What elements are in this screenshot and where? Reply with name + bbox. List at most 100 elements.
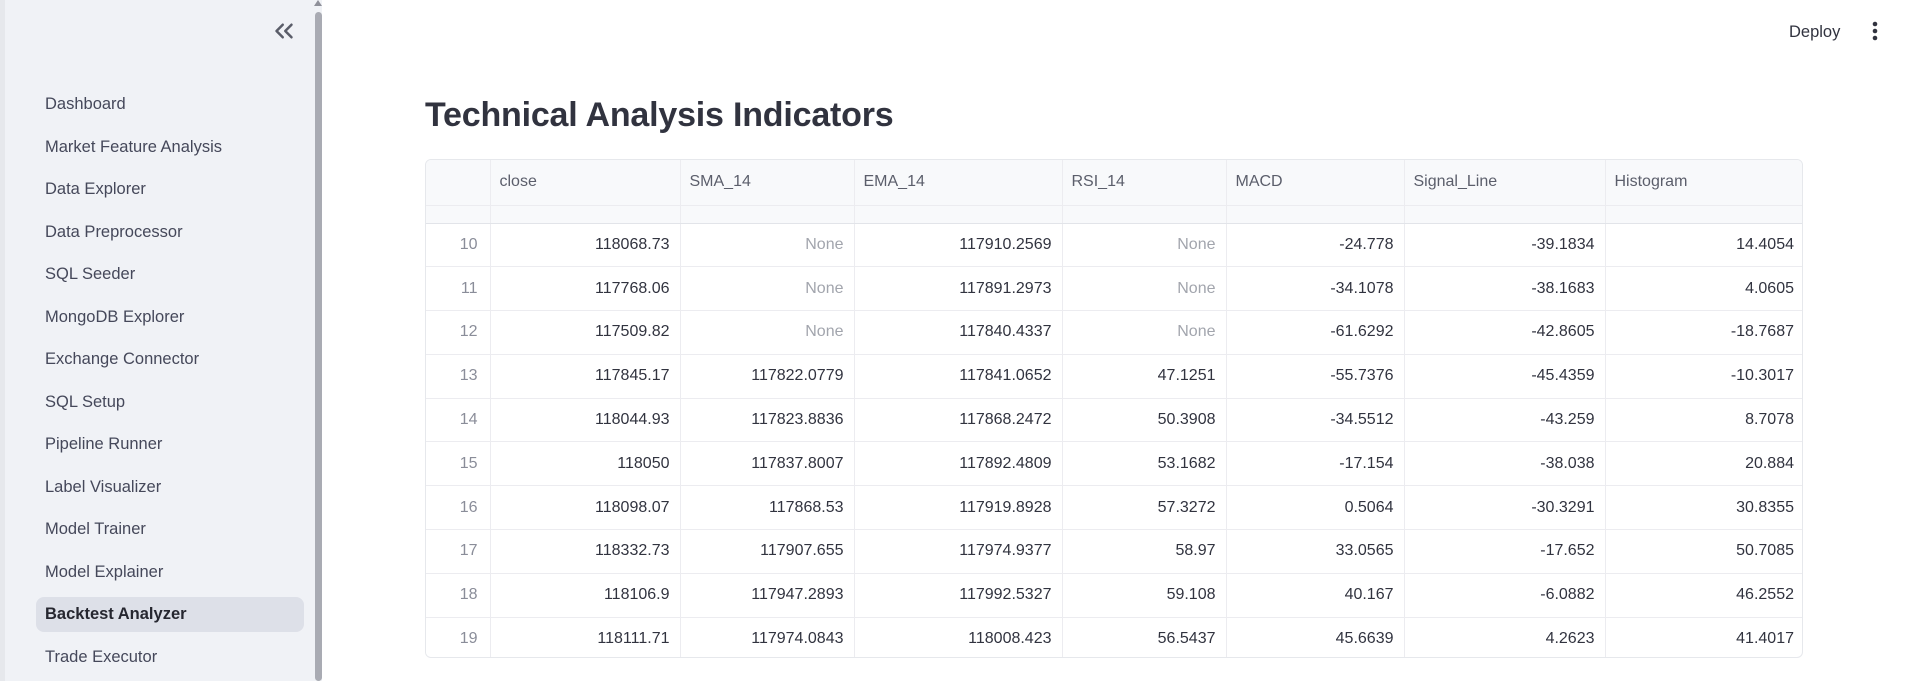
table-cell[interactable]: 118008.423 xyxy=(854,617,1063,657)
table-cell[interactable]: None xyxy=(1062,310,1227,355)
sidebar-item-dashboard[interactable]: Dashboard xyxy=(36,87,304,122)
table-cell[interactable]: 41.4017 xyxy=(1605,617,1802,657)
table-cell[interactable]: 118106.9 xyxy=(490,573,681,618)
table-cell[interactable]: 118098.07 xyxy=(490,485,681,531)
table-row[interactable]: 12 117509.82 None 117840.4337 None -61.6292 -4… xyxy=(426,310,1802,355)
table-cell[interactable]: 4.0605 xyxy=(1605,266,1802,312)
sidebar-item-sql-seeder[interactable]: SQL Seeder xyxy=(36,257,304,292)
table-cell[interactable]: -39.1834 xyxy=(1404,223,1606,268)
table-cell[interactable]: -17.154 xyxy=(1226,441,1405,487)
table-cell[interactable]: 117891.2973 xyxy=(854,266,1063,312)
table-cell[interactable]: -6.0882 xyxy=(1404,573,1606,618)
table-cell[interactable]: -34.5512 xyxy=(1226,398,1405,443)
table-cell[interactable]: 4.2623 xyxy=(1404,617,1606,657)
table-cell[interactable]: -55.7376 xyxy=(1226,354,1405,399)
table-cell[interactable]: 118068.73 xyxy=(490,223,681,268)
sidebar-scrollbar-thumb[interactable] xyxy=(315,12,322,681)
table-cell[interactable]: 58.97 xyxy=(1062,529,1227,574)
table-cell[interactable]: 33.0565 xyxy=(1226,529,1405,574)
table-cell[interactable]: None xyxy=(680,223,855,268)
table-cell[interactable]: 118050 xyxy=(490,441,681,487)
table-cell[interactable]: 117837.8007 xyxy=(680,441,855,487)
more-options-icon[interactable] xyxy=(1862,18,1888,44)
table-cell[interactable]: -34.1078 xyxy=(1226,266,1405,312)
sidebar-item-label-visualizer[interactable]: Label Visualizer xyxy=(36,470,304,505)
scroll-up-arrow-icon[interactable] xyxy=(314,0,322,6)
column-header-sma-14[interactable]: SMA_14 xyxy=(680,160,855,206)
deploy-button[interactable]: Deploy xyxy=(1781,18,1848,46)
table-cell[interactable]: 59.108 xyxy=(1062,573,1227,618)
sidebar-item-pipeline-runner[interactable]: Pipeline Runner xyxy=(36,427,304,462)
indicators-table[interactable]: close SMA_14 EMA_14 RSI_14 MACD Signal_Line Hi… xyxy=(425,159,1803,658)
table-cell[interactable]: -18.7687 xyxy=(1605,310,1802,355)
sidebar-item-model-trainer[interactable]: Model Trainer xyxy=(36,512,304,547)
table-cell[interactable]: None xyxy=(680,310,855,355)
table-row[interactable]: 13 117845.17 117822.0779 117841.0652 47.1251… xyxy=(426,354,1802,399)
table-cell[interactable]: None xyxy=(1062,266,1227,312)
table-cell[interactable]: 117840.4337 xyxy=(854,310,1063,355)
table-cell[interactable]: 117868.53 xyxy=(680,485,855,531)
table-row[interactable]: 17 118332.73 117907.655 117974.9377 58.97 33.… xyxy=(426,529,1802,574)
table-cell[interactable]: -61.6292 xyxy=(1226,310,1405,355)
sidebar-item-exchange-connector[interactable]: Exchange Connector xyxy=(36,342,304,377)
table-cell[interactable]: 118332.73 xyxy=(490,529,681,574)
sidebar-item-trade-executor[interactable]: Trade Executor xyxy=(36,640,304,675)
table-cell[interactable]: 117974.9377 xyxy=(854,529,1063,574)
sidebar-item-backtest-analyzer[interactable]: Backtest Analyzer xyxy=(36,597,304,632)
table-cell[interactable]: -30.3291 xyxy=(1404,485,1606,531)
table-cell[interactable]: 117823.8836 xyxy=(680,398,855,443)
table-cell[interactable]: -42.8605 xyxy=(1404,310,1606,355)
table-cell[interactable]: 117845.17 xyxy=(490,354,681,399)
table-cell[interactable]: 118111.71 xyxy=(490,617,681,657)
table-cell[interactable]: 53.1682 xyxy=(1062,441,1227,487)
table-cell[interactable]: 47.1251 xyxy=(1062,354,1227,399)
table-row[interactable]: 16 118098.07 117868.53 117919.8928 57.3272 0.… xyxy=(426,485,1802,531)
table-cell[interactable]: 20.884 xyxy=(1605,441,1802,487)
column-header-signal-line[interactable]: Signal_Line xyxy=(1404,160,1606,206)
table-cell[interactable]: 40.167 xyxy=(1226,573,1405,618)
table-cell[interactable]: -43.259 xyxy=(1404,398,1606,443)
sidebar-item-model-explainer[interactable]: Model Explainer xyxy=(36,555,304,590)
table-cell[interactable]: 14.4054 xyxy=(1605,223,1802,268)
table-cell[interactable]: None xyxy=(1062,223,1227,268)
table-cell[interactable]: 56.5437 xyxy=(1062,617,1227,657)
table-cell[interactable]: 117907.655 xyxy=(680,529,855,574)
table-cell[interactable]: 117509.82 xyxy=(490,310,681,355)
table-cell[interactable]: 8.7078 xyxy=(1605,398,1802,443)
table-row[interactable]: 14 118044.93 117823.8836 117868.2472 50.3908… xyxy=(426,398,1802,443)
sidebar-item-market-feature-analysis[interactable]: Market Feature Analysis xyxy=(36,130,304,165)
table-cell[interactable]: 118044.93 xyxy=(490,398,681,443)
column-header-close[interactable]: close xyxy=(490,160,681,206)
column-header-ema-14[interactable]: EMA_14 xyxy=(854,160,1063,206)
column-header-rsi-14[interactable]: RSI_14 xyxy=(1062,160,1227,206)
table-cell[interactable]: -45.4359 xyxy=(1404,354,1606,399)
table-cell[interactable]: 50.3908 xyxy=(1062,398,1227,443)
table-row[interactable]: 19 118111.71 117974.0843 118008.423 56.5437 4… xyxy=(426,617,1802,657)
table-cell[interactable]: -10.3017 xyxy=(1605,354,1802,399)
table-cell[interactable]: -38.1683 xyxy=(1404,266,1606,312)
table-cell[interactable]: 117768.06 xyxy=(490,266,681,312)
collapse-sidebar-icon[interactable] xyxy=(269,16,299,46)
table-row[interactable]: 10 118068.73 None 117910.2569 None -24.778 -39… xyxy=(426,223,1802,268)
table-cell[interactable]: 30.8355 xyxy=(1605,485,1802,531)
table-cell[interactable]: 117892.4809 xyxy=(854,441,1063,487)
index-column-header[interactable] xyxy=(426,160,491,206)
column-header-histogram[interactable]: Histogram xyxy=(1605,160,1802,206)
table-row[interactable]: 11 117768.06 None 117891.2973 None -34.1078 -3… xyxy=(426,266,1802,312)
table-cell[interactable]: 46.2552 xyxy=(1605,573,1802,618)
table-cell[interactable]: 117841.0652 xyxy=(854,354,1063,399)
table-cell[interactable]: -17.652 xyxy=(1404,529,1606,574)
table-row[interactable]: 18 118106.9 117947.2893 117992.5327 59.108 40… xyxy=(426,573,1802,618)
column-header-macd[interactable]: MACD xyxy=(1226,160,1405,206)
sidebar-item-mongodb-explorer[interactable]: MongoDB Explorer xyxy=(36,300,304,335)
table-cell[interactable]: 117974.0843 xyxy=(680,617,855,657)
table-cell[interactable]: 117992.5327 xyxy=(854,573,1063,618)
table-cell[interactable]: 117910.2569 xyxy=(854,223,1063,268)
table-cell[interactable]: 50.7085 xyxy=(1605,529,1802,574)
table-cell[interactable]: None xyxy=(680,266,855,312)
sidebar-item-data-preprocessor[interactable]: Data Preprocessor xyxy=(36,215,304,250)
table-cell[interactable]: -24.778 xyxy=(1226,223,1405,268)
table-cell[interactable]: 117919.8928 xyxy=(854,485,1063,531)
sidebar-item-data-explorer[interactable]: Data Explorer xyxy=(36,172,304,207)
sidebar-item-sql-setup[interactable]: SQL Setup xyxy=(36,385,304,420)
